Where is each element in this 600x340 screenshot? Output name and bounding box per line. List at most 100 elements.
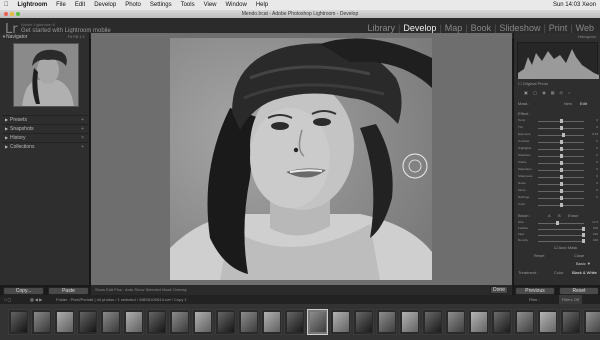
brush-a-button[interactable]: A: [548, 213, 551, 218]
original-photo-checkbox[interactable]: ☐ Original Photo: [518, 81, 548, 86]
slider-thumb[interactable]: [560, 161, 563, 165]
slider-value[interactable]: 0: [596, 139, 598, 143]
filmstrip-thumbnail[interactable]: [192, 309, 213, 335]
filmstrip-thumbnail[interactable]: [514, 309, 535, 335]
filmstrip-thumbnail[interactable]: [399, 309, 420, 335]
main-photo[interactable]: [170, 38, 432, 280]
module-library[interactable]: Library: [367, 23, 395, 33]
slider-thumb[interactable]: [560, 189, 563, 193]
expand-triangle-icon[interactable]: ▶: [5, 143, 8, 151]
slider-row[interactable]: Moire 0: [518, 188, 598, 194]
add-collection-icon[interactable]: +: [81, 143, 84, 151]
slider-value[interactable]: 100: [593, 232, 598, 236]
zoom-window-icon[interactable]: [16, 12, 20, 16]
collapse-triangle-icon[interactable]: ▼: [2, 33, 6, 41]
slider-value[interactable]: 100: [593, 226, 598, 230]
brush-erase-button[interactable]: Erase: [568, 213, 578, 218]
previous-button[interactable]: Previous: [515, 287, 555, 295]
add-preset-icon[interactable]: +: [81, 116, 84, 124]
mask-edit-button[interactable]: Edit: [580, 101, 587, 106]
slider-track[interactable]: [538, 135, 584, 136]
module-slideshow[interactable]: Slideshow: [499, 23, 540, 33]
menu-tools[interactable]: Tools: [181, 0, 195, 10]
filmstrip-thumbnail[interactable]: [54, 309, 75, 335]
slider-thumb[interactable]: [582, 233, 585, 237]
slider-row[interactable]: Sharpness 0: [518, 174, 598, 180]
graduated-filter-icon[interactable]: ▦: [551, 90, 560, 95]
mask-new-button[interactable]: New: [564, 101, 572, 106]
paste-settings-button[interactable]: Paste: [48, 287, 89, 295]
slider-value[interactable]: 0: [596, 118, 598, 122]
basic-panel-header[interactable]: Basic ▼: [576, 261, 591, 266]
menu-help[interactable]: Help: [256, 0, 268, 10]
slider-row[interactable]: Flow 100: [518, 232, 598, 238]
spot-removal-icon[interactable]: ◯: [533, 90, 542, 95]
presets-panel[interactable]: ▶ Presets +: [2, 115, 88, 123]
slider-row[interactable]: Saturation 0: [518, 167, 598, 173]
done-button[interactable]: Done: [490, 286, 508, 294]
slider-thumb[interactable]: [560, 126, 563, 130]
reset-local-button[interactable]: Reset: [534, 253, 544, 258]
auto-mask-checkbox[interactable]: ☑ Auto Mask: [554, 245, 577, 250]
slider-value[interactable]: 0: [596, 146, 598, 150]
red-eye-icon[interactable]: ◉: [542, 90, 551, 95]
slider-value[interactable]: 0: [596, 153, 598, 157]
grid-view-icon[interactable]: ▦ ◀ ▶: [30, 295, 42, 304]
menu-file[interactable]: File: [56, 0, 66, 10]
slider-track[interactable]: [538, 235, 584, 236]
navigator-zoom-controls[interactable]: Fit Fill 1:1: [68, 33, 85, 41]
module-web[interactable]: Web: [576, 23, 594, 33]
slider-thumb[interactable]: [560, 203, 563, 207]
show-edit-pins-label[interactable]: Show Edit Pins : Auto Show Selected Mask…: [95, 285, 187, 295]
expand-triangle-icon[interactable]: ▶: [5, 134, 8, 142]
slider-value[interactable]: 17.0: [592, 220, 598, 224]
menu-view[interactable]: View: [204, 0, 217, 10]
slider-value[interactable]: 100: [593, 238, 598, 242]
menu-app[interactable]: Lightroom: [18, 0, 48, 10]
slider-value[interactable]: 0: [596, 195, 598, 199]
filmstrip-thumbnail[interactable]: [376, 309, 397, 335]
add-snapshot-icon[interactable]: +: [81, 125, 84, 133]
navigator-preview[interactable]: [13, 43, 79, 107]
image-canvas[interactable]: [91, 33, 512, 285]
reset-button[interactable]: Reset: [559, 287, 599, 295]
menu-window[interactable]: Window: [226, 0, 247, 10]
slider-row[interactable]: Color: [518, 202, 598, 208]
slider-thumb[interactable]: [560, 147, 563, 151]
treatment-bw-option[interactable]: Black & White: [572, 270, 597, 275]
history-panel[interactable]: ▶ History ×: [2, 133, 88, 141]
slider-value[interactable]: 0: [596, 174, 598, 178]
menu-settings[interactable]: Settings: [150, 0, 172, 10]
filmstrip-thumbnail[interactable]: [330, 309, 351, 335]
slider-value[interactable]: 0: [596, 167, 598, 171]
slider-row[interactable]: Shadows 0: [518, 153, 598, 159]
slider-row[interactable]: Defringe 0: [518, 195, 598, 201]
slider-thumb[interactable]: [560, 168, 563, 172]
filmstrip-thumbnail[interactable]: [284, 309, 305, 335]
filmstrip-thumbnail[interactable]: [261, 309, 282, 335]
filmstrip-thumbnail[interactable]: [468, 309, 489, 335]
menu-edit[interactable]: Edit: [75, 0, 85, 10]
slider-thumb[interactable]: [555, 221, 559, 225]
filmstrip-thumbnail[interactable]: [583, 309, 600, 335]
adjustment-brush-icon[interactable]: ○: [568, 90, 575, 95]
crop-tool-icon[interactable]: ▣: [524, 90, 533, 95]
close-window-icon[interactable]: [4, 12, 8, 16]
slider-thumb[interactable]: [560, 182, 563, 186]
slider-row[interactable]: Density 100: [518, 238, 598, 244]
slider-row[interactable]: Tint 0: [518, 125, 598, 131]
radial-filter-icon[interactable]: ◎: [560, 90, 569, 95]
filmstrip-thumbnail[interactable]: [238, 309, 259, 335]
slider-value[interactable]: 0: [596, 125, 598, 129]
filmstrip-thumbnail[interactable]: [445, 309, 466, 335]
screen-1-icon[interactable]: □ ▢: [4, 295, 11, 304]
treatment-color-option[interactable]: Color: [554, 270, 564, 275]
menu-develop[interactable]: Develop: [94, 0, 116, 10]
close-local-button[interactable]: Close: [574, 253, 584, 258]
filmstrip-thumbnail[interactable]: [31, 309, 52, 335]
filmstrip-thumbnail[interactable]: [77, 309, 98, 335]
module-book[interactable]: Book: [471, 23, 492, 33]
module-develop[interactable]: Develop: [403, 23, 436, 33]
expand-triangle-icon[interactable]: ▶: [5, 116, 8, 124]
slider-track[interactable]: [538, 229, 584, 230]
